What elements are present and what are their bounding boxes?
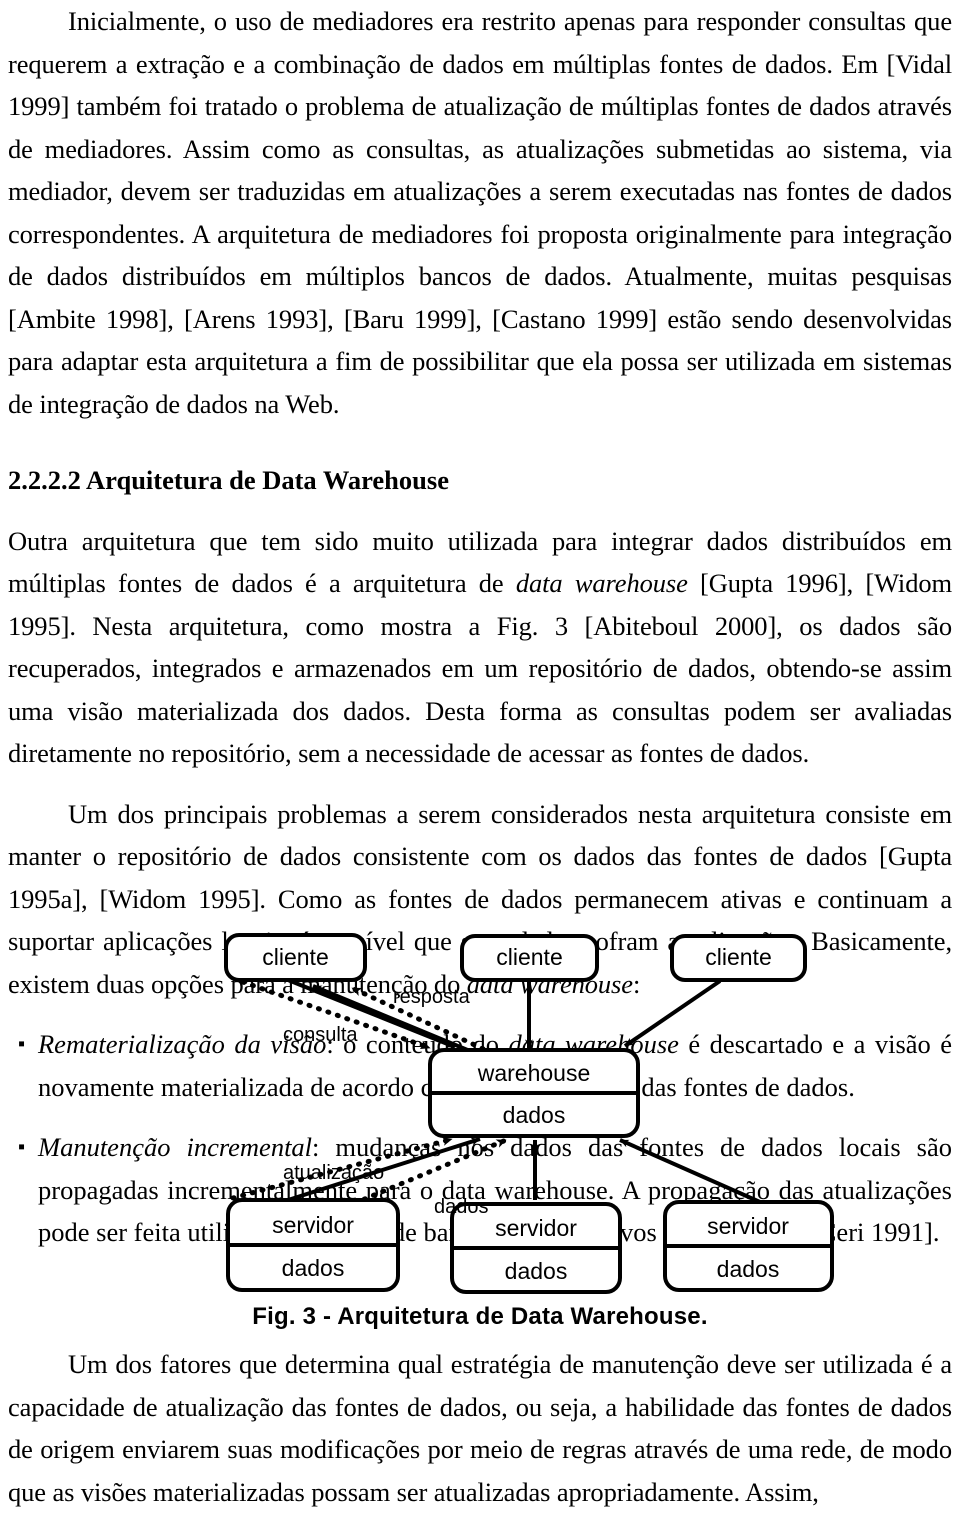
dw-text-c: [Gupta 1996], [Widom 1995]. Nesta arquit… (8, 568, 953, 768)
node-cliente-1-label: cliente (262, 944, 328, 970)
node-cliente-2: cliente (460, 934, 599, 982)
node-servidor-1-title: servidor (272, 1212, 354, 1238)
edge-label-dados: dados (434, 1196, 489, 1218)
document-page: Inicialmente, o uso de mediadores era re… (0, 0, 960, 1507)
node-servidor-3: servidor dados (663, 1200, 834, 1292)
node-servidor-1: servidor dados (226, 1198, 400, 1292)
section-heading-2222: 2.2.2.2 Arquitetura de Data Warehouse (8, 465, 449, 495)
paragraph-fatores: Um dos fatores que determina qual estrat… (8, 1349, 952, 1507)
figure-caption: Fig. 3 - Arquitetura de Data Warehouse. (252, 1303, 708, 1330)
dw-term-italic: data warehouse (515, 568, 688, 598)
node-cliente-3: cliente (670, 934, 807, 982)
bottom-paragraph-container: Um dos fatores que determina qual estrat… (8, 1343, 952, 1513)
edge-label-atualizacao: atualização (283, 1162, 384, 1184)
edge-servidor3-to-warehouse (619, 1138, 761, 1204)
node-cliente-3-label: cliente (705, 944, 771, 970)
node-servidor-1-subtitle: dados (282, 1255, 345, 1281)
paragraph-data-warehouse: Outra arquitetura que tem sido muito uti… (8, 520, 952, 775)
node-cliente-2-label: cliente (496, 944, 562, 970)
node-servidor-2-subtitle: dados (505, 1258, 568, 1284)
edge-label-consulta: consulta (283, 1024, 358, 1046)
edge-label-resposta: resposta (393, 986, 471, 1008)
node-cliente-1: cliente (224, 933, 367, 982)
node-servidor-2-title: servidor (495, 1215, 577, 1241)
node-warehouse-title: warehouse (477, 1060, 591, 1086)
node-warehouse-subtitle: dados (503, 1102, 566, 1128)
paragraph-mediadores: Inicialmente, o uso de mediadores era re… (8, 6, 952, 419)
node-servidor-3-subtitle: dados (717, 1256, 780, 1282)
figure-data-warehouse-architecture: cliente cliente cliente warehouse dados (0, 920, 960, 1340)
edge-cliente3-to-warehouse (623, 979, 722, 1048)
node-servidor-3-title: servidor (707, 1213, 789, 1239)
node-warehouse: warehouse dados (428, 1048, 640, 1138)
